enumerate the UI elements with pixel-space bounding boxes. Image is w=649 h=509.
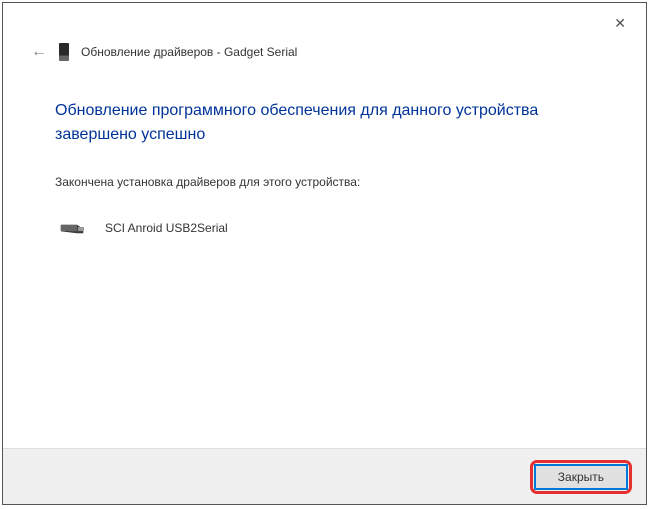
close-icon[interactable]: ✕ xyxy=(606,11,634,36)
dialog-footer: Закрыть xyxy=(3,448,646,504)
device-icon xyxy=(59,43,69,61)
header-row: ← Обновление драйверов - Gadget Serial xyxy=(3,43,646,71)
back-arrow-icon: ← xyxy=(31,43,47,61)
completion-message: Закончена установка драйверов для этого … xyxy=(55,175,594,189)
device-name-label: SCI Anroid USB2Serial xyxy=(105,221,228,235)
close-button[interactable]: Закрыть xyxy=(535,465,627,489)
serial-adapter-icon xyxy=(59,221,87,235)
close-button-highlight: Закрыть xyxy=(530,460,632,494)
content-area: Обновление программного обеспечения для … xyxy=(3,71,646,448)
success-heading: Обновление программного обеспечения для … xyxy=(55,99,594,147)
window-title: Обновление драйверов - Gadget Serial xyxy=(81,45,297,59)
device-row: SCI Anroid USB2Serial xyxy=(55,221,594,235)
driver-update-dialog: ✕ ← Обновление драйверов - Gadget Serial… xyxy=(3,3,646,504)
titlebar: ✕ xyxy=(3,3,646,43)
